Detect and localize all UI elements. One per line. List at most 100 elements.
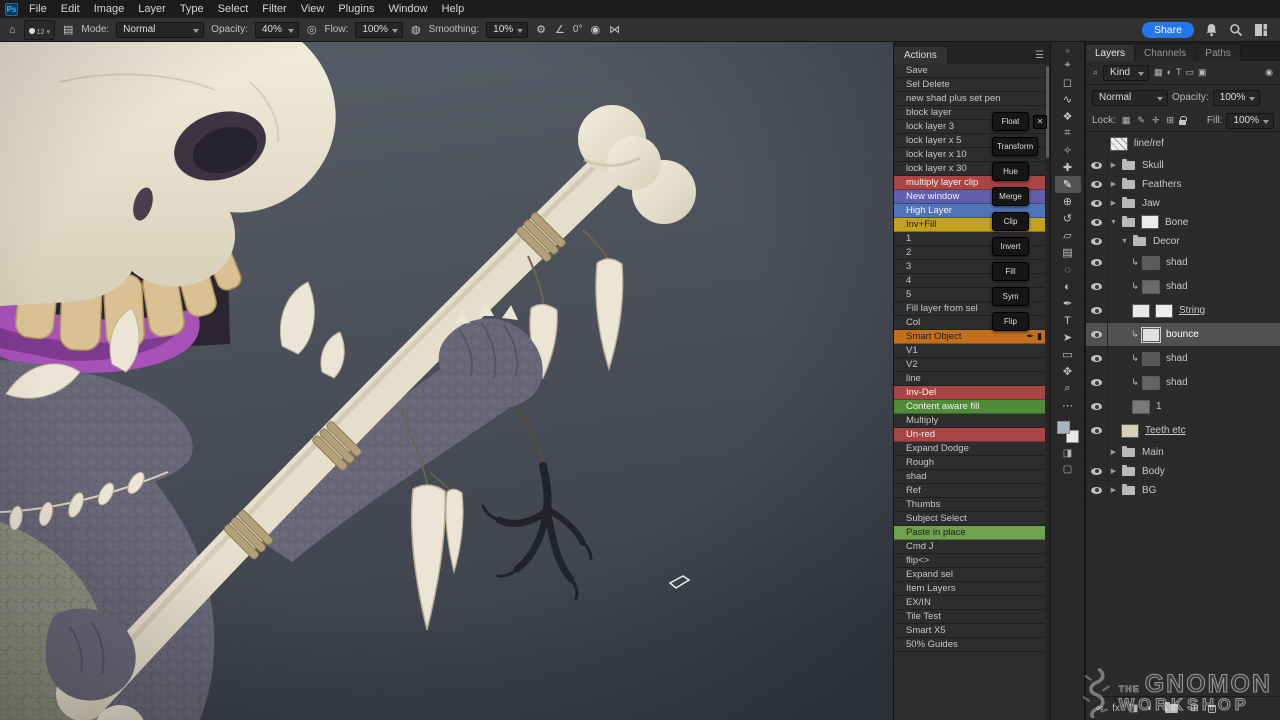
canvas-area[interactable] bbox=[0, 42, 893, 720]
visibility-toggle[interactable] bbox=[1086, 156, 1108, 174]
action-item[interactable]: Ref bbox=[894, 484, 1045, 498]
visibility-toggle[interactable] bbox=[1086, 275, 1108, 298]
new-layer-icon[interactable]: ⊞ bbox=[1190, 703, 1198, 714]
visibility-toggle[interactable] bbox=[1086, 213, 1108, 231]
layer-name[interactable]: Skull bbox=[1142, 160, 1164, 171]
action-item[interactable]: shad bbox=[894, 470, 1045, 484]
action-item[interactable]: 50% Guides bbox=[894, 638, 1045, 652]
tab-paths[interactable]: Paths bbox=[1196, 45, 1241, 61]
expand-caret[interactable]: ▶ bbox=[1108, 199, 1119, 207]
layer-name[interactable]: Teeth etc bbox=[1145, 425, 1186, 436]
menu-item-help[interactable]: Help bbox=[435, 0, 472, 18]
filter-shape-icon[interactable]: ▭ bbox=[1184, 67, 1197, 78]
path-select-tool[interactable]: ➤ bbox=[1055, 329, 1081, 346]
float-button-float[interactable]: Float bbox=[992, 112, 1029, 131]
layer-name[interactable]: Jaw bbox=[1142, 198, 1160, 209]
layer-row[interactable]: line/ref bbox=[1086, 132, 1280, 156]
layer-row[interactable]: ▶Body bbox=[1086, 462, 1280, 481]
float-button-flip[interactable]: Flip bbox=[992, 312, 1029, 331]
menu-item-window[interactable]: Window bbox=[381, 0, 434, 18]
lock-transparency-icon[interactable]: ▦ bbox=[1120, 115, 1133, 126]
visibility-toggle[interactable] bbox=[1086, 175, 1108, 193]
visibility-toggle[interactable] bbox=[1086, 395, 1108, 418]
layer-row[interactable]: ▶Feathers bbox=[1086, 175, 1280, 194]
expand-caret[interactable]: ▶ bbox=[1108, 180, 1119, 188]
visibility-toggle[interactable] bbox=[1086, 443, 1108, 461]
quick-mask-icon[interactable]: ◨ bbox=[1055, 446, 1081, 460]
action-item[interactable]: Tile Test bbox=[894, 610, 1045, 624]
action-item[interactable]: Thumbs bbox=[894, 498, 1045, 512]
action-item[interactable]: flip<> bbox=[894, 554, 1045, 568]
expand-caret[interactable]: ▶ bbox=[1108, 448, 1119, 456]
layer-name[interactable]: shad bbox=[1166, 281, 1188, 292]
float-button-hue[interactable]: Hue bbox=[992, 162, 1029, 181]
lasso-tool[interactable]: ∿ bbox=[1055, 91, 1081, 108]
float-button-merge[interactable]: Merge bbox=[992, 187, 1029, 206]
layer-name[interactable]: Main bbox=[1142, 447, 1164, 458]
delete-layer-icon[interactable] bbox=[1208, 705, 1216, 713]
visibility-toggle[interactable] bbox=[1086, 299, 1108, 322]
action-item[interactable]: Rough bbox=[894, 456, 1045, 470]
float-button-fill[interactable]: Fill bbox=[992, 262, 1029, 281]
move-tool[interactable]: ⌖ bbox=[1055, 57, 1081, 74]
type-tool[interactable]: T bbox=[1055, 312, 1081, 329]
layer-thumbnail[interactable] bbox=[1132, 304, 1150, 318]
layer-name[interactable]: BG bbox=[1142, 485, 1156, 496]
toolbar-collapse-icon[interactable]: » bbox=[1051, 42, 1084, 57]
action-item[interactable]: Smart X5 bbox=[894, 624, 1045, 638]
action-item[interactable]: Paste in place bbox=[894, 526, 1045, 540]
visibility-toggle[interactable] bbox=[1086, 251, 1108, 274]
flow-select[interactable]: 100% bbox=[355, 22, 403, 38]
layer-row[interactable]: Teeth etc bbox=[1086, 419, 1280, 443]
action-item[interactable]: Content aware fill bbox=[894, 400, 1045, 414]
action-item[interactable]: Expand sel bbox=[894, 568, 1045, 582]
mask-thumbnail[interactable] bbox=[1155, 304, 1173, 318]
menu-item-select[interactable]: Select bbox=[211, 0, 256, 18]
action-item[interactable]: Sel Delete bbox=[894, 78, 1045, 92]
panel-menu-icon[interactable]: ☰ bbox=[1029, 50, 1050, 64]
screen-mode-icon[interactable]: ▢ bbox=[1055, 462, 1081, 476]
eyedropper-tool[interactable]: ✧ bbox=[1055, 142, 1081, 159]
layer-name[interactable]: bounce bbox=[1166, 329, 1199, 340]
visibility-toggle[interactable] bbox=[1086, 347, 1108, 370]
layer-row[interactable]: ▼Bone bbox=[1086, 213, 1280, 232]
action-item[interactable]: Subject Select bbox=[894, 512, 1045, 526]
share-button[interactable]: Share bbox=[1142, 22, 1194, 38]
expand-caret[interactable]: ▼ bbox=[1119, 238, 1130, 245]
adjustment-layer-icon[interactable]: ◐ bbox=[1147, 703, 1153, 714]
action-item[interactable]: EX/IN bbox=[894, 596, 1045, 610]
lock-all-icon[interactable] bbox=[1179, 120, 1186, 125]
menu-item-filter[interactable]: Filter bbox=[255, 0, 293, 18]
layer-fill-select[interactable]: 100% bbox=[1226, 113, 1274, 129]
search-icon[interactable] bbox=[1229, 23, 1243, 37]
action-item[interactable]: new shad plus set pen bbox=[894, 92, 1045, 106]
expand-caret[interactable]: ▶ bbox=[1108, 486, 1119, 494]
airbrush-icon[interactable]: ◍ bbox=[410, 23, 422, 36]
layer-opacity-select[interactable]: 100% bbox=[1213, 90, 1261, 106]
layer-row[interactable]: ▶Skull bbox=[1086, 156, 1280, 175]
quick-select-tool[interactable]: ❖ bbox=[1055, 108, 1081, 125]
smoothing-select[interactable]: 10% bbox=[486, 22, 528, 38]
filter-adjustment-icon[interactable]: ◐ bbox=[1165, 67, 1174, 78]
pressure-size-icon[interactable]: ◉ bbox=[589, 23, 601, 36]
layer-row[interactable]: String bbox=[1086, 299, 1280, 323]
float-button-sym[interactable]: Sym bbox=[992, 287, 1029, 306]
zoom-tool[interactable]: ⌕ bbox=[1055, 380, 1081, 397]
expand-caret[interactable]: ▼ bbox=[1108, 219, 1119, 226]
kind-filter-select[interactable]: Kind bbox=[1103, 65, 1149, 81]
layer-name[interactable]: Body bbox=[1142, 466, 1165, 477]
layer-row[interactable]: ↳shad bbox=[1086, 347, 1280, 371]
visibility-toggle[interactable] bbox=[1086, 132, 1108, 155]
tab-actions[interactable]: Actions bbox=[894, 47, 947, 64]
layer-thumbnail[interactable] bbox=[1142, 352, 1160, 366]
tab-layers[interactable]: Layers bbox=[1086, 45, 1135, 61]
layer-thumbnail[interactable] bbox=[1142, 280, 1160, 294]
clone-stamp-tool[interactable]: ⊕ bbox=[1055, 193, 1081, 210]
action-item[interactable]: Expand Dodge bbox=[894, 442, 1045, 456]
action-item[interactable]: line bbox=[894, 372, 1045, 386]
crop-tool[interactable]: ⌗ bbox=[1055, 125, 1081, 142]
layer-row[interactable]: ▶ Main bbox=[1086, 443, 1280, 462]
action-item[interactable]: Multiply bbox=[894, 414, 1045, 428]
menu-item-edit[interactable]: Edit bbox=[54, 0, 87, 18]
menu-item-plugins[interactable]: Plugins bbox=[331, 0, 381, 18]
